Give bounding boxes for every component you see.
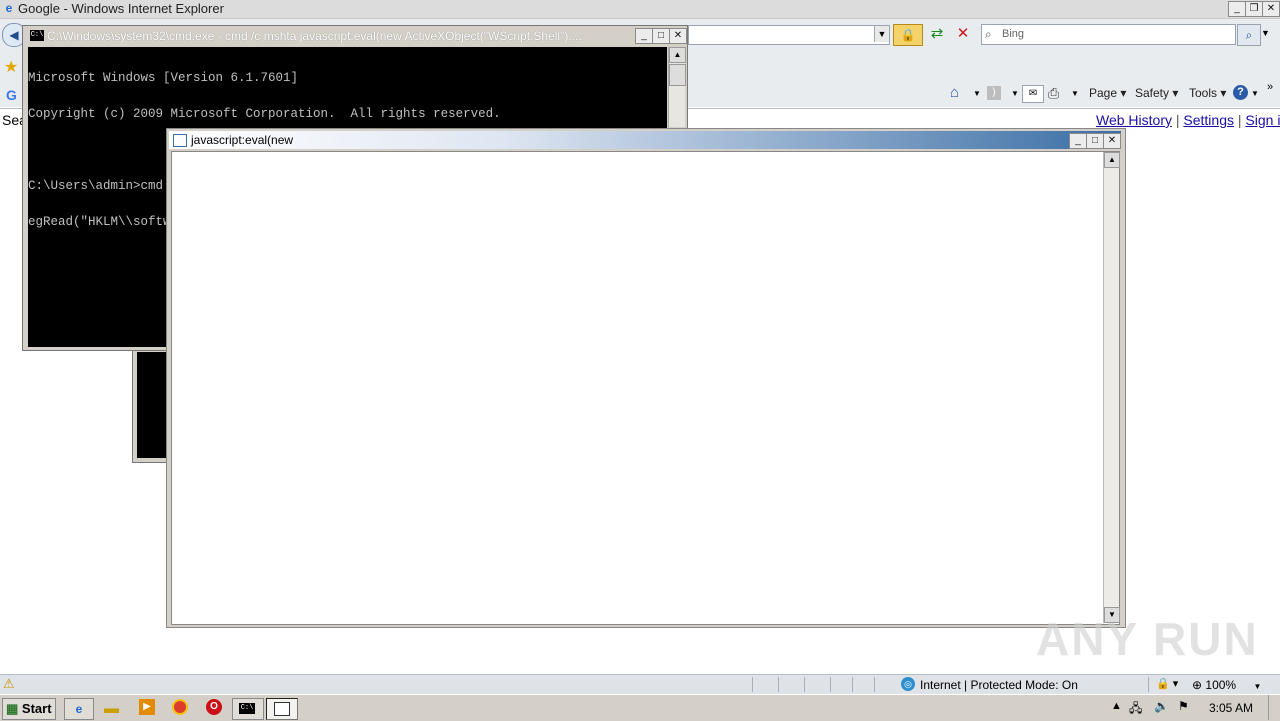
ie-close-button[interactable]: ✕	[1262, 1, 1280, 17]
taskbar: ▦ Start e ▬ ▶ O C:\ ▲ 🖧 🔈 ⚑ 3:05 AM	[0, 694, 1280, 721]
mshta-scroll-up-button[interactable]: ▲	[1104, 152, 1120, 168]
stop-icon[interactable]: ✕	[953, 24, 973, 44]
search-box[interactable]: ⌕ Bing	[981, 24, 1236, 45]
search-options-button[interactable]: ▼	[1261, 28, 1270, 38]
page-menu-label: Page	[1089, 86, 1118, 100]
print-dropdown[interactable]: ▼	[1071, 89, 1079, 98]
cmd-maximize-button[interactable]: □	[652, 28, 670, 44]
search-placeholder: Bing	[1002, 28, 1025, 40]
home-icon[interactable]: ⌂	[950, 84, 959, 101]
volume-icon[interactable]: 🔈	[1154, 699, 1169, 713]
status-separator	[804, 677, 829, 692]
cmd-titlebar: C:\ C:\Windows\system32\cmd.exe - cmd /c…	[24, 27, 687, 45]
window-icon	[274, 702, 290, 716]
address-dropdown-button[interactable]: ▼	[874, 26, 889, 42]
globe-icon: ◎	[901, 677, 915, 691]
start-button[interactable]: ▦ Start	[2, 698, 56, 720]
page-menu[interactable]: Page ▾	[1089, 86, 1126, 100]
ie-restore-button[interactable]: ❐	[1245, 1, 1263, 17]
feeds-dropdown[interactable]: ▼	[1011, 89, 1019, 98]
status-separator	[852, 677, 873, 692]
cmd-window-secondary[interactable]	[132, 345, 170, 463]
explorer-icon[interactable]: e	[64, 698, 94, 720]
cmd-scroll-up-button[interactable]: ▲	[669, 47, 686, 63]
security-zone[interactable]: Internet | Protected Mode: On	[920, 678, 1078, 692]
ie-icon: e	[5, 1, 13, 15]
ie-title: Google - Windows Internet Explorer	[18, 1, 224, 16]
cmd-line-2: Copyright (c) 2009 Microsoft Corporation…	[28, 107, 501, 121]
mshta-scrollbar[interactable]: ▲ ▼	[1103, 152, 1120, 623]
cmd-scrollbar[interactable]: ▲	[668, 47, 686, 127]
status-separator	[874, 677, 899, 692]
clock[interactable]: 3:05 AM	[1209, 701, 1253, 715]
read-mail-icon[interactable]: ✉	[1022, 85, 1044, 103]
zoom-icon: ⊕	[1192, 678, 1203, 692]
mshta-titlebar: javascript:eval(new _ □ ✕	[169, 131, 1121, 149]
feeds-icon[interactable]: )	[987, 86, 1001, 100]
ie-titlebar: e Google - Windows Internet Explorer _ ❐…	[0, 0, 1280, 19]
cmd-scroll-thumb[interactable]	[669, 64, 686, 86]
cmd-icon: C:\	[239, 703, 255, 714]
network-icon[interactable]: 🖧	[1129, 699, 1142, 720]
tray-show-hidden-icon[interactable]: ▲	[1111, 700, 1122, 712]
watermark: ANY RUN	[1036, 613, 1259, 665]
refresh-icon[interactable]: ⇄	[927, 24, 947, 44]
mshta-content[interactable]: ▲ ▼	[171, 151, 1120, 625]
cmd-secondary-console	[137, 352, 169, 458]
more-commands-chevron[interactable]: »	[1267, 81, 1273, 93]
search-icon: ⌕	[985, 27, 992, 41]
taskbar-cmd-button[interactable]: C:\	[232, 698, 264, 720]
show-desktop-button[interactable]	[1268, 695, 1280, 720]
cmd-close-button[interactable]: ✕	[669, 28, 687, 44]
zoom-control[interactable]: ⊕ 100% ▼	[1192, 678, 1261, 692]
cmd-title-text: C:\Windows\system32\cmd.exe - cmd /c msh…	[47, 29, 582, 43]
safety-menu[interactable]: Safety ▾	[1135, 86, 1178, 100]
zoom-value: 100%	[1205, 678, 1237, 692]
google-icon: G	[6, 87, 17, 103]
opera-icon[interactable]: O	[206, 699, 222, 715]
help-dropdown[interactable]: ▼	[1251, 89, 1259, 98]
warning-icon: ⚠	[3, 676, 15, 691]
settings-link[interactable]: Settings	[1183, 112, 1234, 128]
safety-menu-label: Safety	[1135, 86, 1170, 100]
status-separator	[778, 677, 803, 692]
home-dropdown[interactable]: ▼	[973, 89, 981, 98]
chrome-icon[interactable]	[172, 699, 188, 715]
action-center-flag-icon[interactable]: ⚑	[1178, 699, 1189, 713]
protected-mode-icon[interactable]: 🔒 ▾	[1156, 677, 1178, 690]
window-icon	[173, 134, 187, 147]
lock-icon[interactable]: 🔒	[893, 24, 923, 46]
mshta-maximize-button[interactable]: □	[1086, 133, 1104, 149]
mshta-minimize-button[interactable]: _	[1069, 133, 1087, 149]
help-icon[interactable]: ?	[1233, 85, 1248, 100]
print-icon[interactable]: ⎙	[1048, 85, 1059, 102]
windows-logo-icon: ▦	[6, 701, 19, 716]
favorites-star-icon[interactable]: ★	[4, 57, 18, 77]
sign-in-link[interactable]: Sign in	[1245, 112, 1280, 128]
cmd-minimize-button[interactable]: _	[635, 28, 653, 44]
cmd-line-1: Microsoft Windows [Version 6.1.7601]	[28, 71, 299, 85]
search-button[interactable]: ⌕	[1237, 24, 1261, 46]
tools-menu[interactable]: Tools ▾	[1189, 86, 1226, 100]
start-label: Start	[21, 701, 52, 716]
status-bar: ⚠ ◎ Internet | Protected Mode: On 🔒 ▾ ⊕ …	[0, 674, 1280, 694]
mshta-title-text: javascript:eval(new	[191, 133, 294, 147]
address-bar[interactable]	[688, 25, 890, 45]
taskbar-mshta-button[interactable]	[266, 698, 298, 720]
status-separator	[752, 677, 777, 692]
media-player-icon[interactable]: ▶	[139, 699, 155, 715]
ie-minimize-button[interactable]: _	[1228, 1, 1246, 17]
web-history-link[interactable]: Web History	[1096, 112, 1172, 128]
google-top-links: Web History | Settings | Sign in	[1096, 112, 1280, 128]
mshta-close-button[interactable]: ✕	[1103, 133, 1121, 149]
mshta-window[interactable]: javascript:eval(new _ □ ✕ ▲ ▼	[166, 128, 1126, 628]
cmd-icon: C:\	[30, 30, 44, 41]
status-separator	[830, 677, 851, 692]
tools-menu-label: Tools	[1189, 86, 1218, 100]
folder-icon[interactable]: ▬	[104, 700, 119, 717]
